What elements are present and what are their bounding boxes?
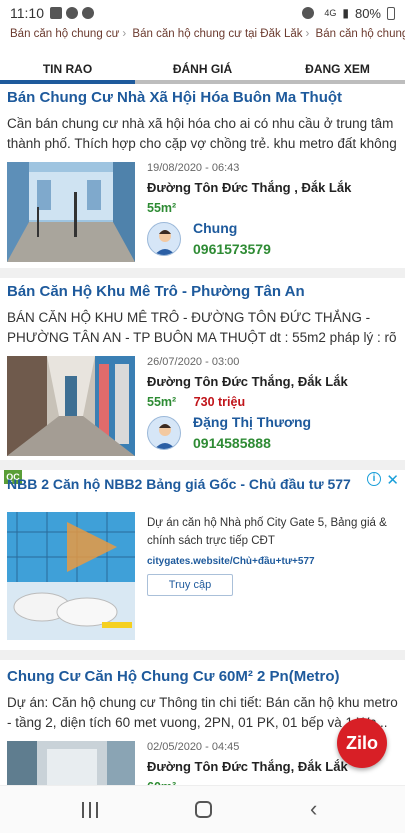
listing-title[interactable]: Bán Chung Cư Nhà Xã Hội Hóa Buôn Ma Thuộ… xyxy=(0,89,405,106)
listing-description: BÁN CĂN HỘ KHU MÊ TRÔ - ĐƯỜNG TÔN ĐỨC TH… xyxy=(7,310,397,345)
zilo-chat-button[interactable]: Zilo xyxy=(337,718,387,768)
back-icon[interactable]: ‹ xyxy=(310,796,317,822)
close-icon[interactable]: ✕ xyxy=(386,471,399,489)
contact-phone[interactable]: 0914585888 xyxy=(193,435,271,451)
home-icon[interactable] xyxy=(195,801,212,818)
listing-date: 26/07/2020 - 03:00 xyxy=(147,356,240,368)
battery-icon xyxy=(387,6,395,20)
contact-phone[interactable]: 0961573579 xyxy=(193,241,271,257)
listing-photo[interactable] xyxy=(7,741,135,787)
tab-tin-rao[interactable]: TIN RAO xyxy=(0,58,135,84)
status-bar: 11:10 4G ▮ 80% xyxy=(0,0,405,26)
listing-street: Đường Tôn Đức Thắng , Đắk Lắk xyxy=(147,180,352,195)
alarm-icon xyxy=(302,7,315,19)
signal-icon: ▮ xyxy=(342,6,349,20)
chevron-right-icon: › xyxy=(305,28,310,40)
status-time: 11:10 xyxy=(10,5,44,21)
network-label: 4G xyxy=(324,8,337,18)
ad-image[interactable] xyxy=(7,512,135,640)
info-icon[interactable]: i xyxy=(367,472,381,486)
listing-card[interactable]: Bán Chung Cư Nhà Xã Hội Hóa Buôn Ma Thuộ… xyxy=(0,89,405,262)
breadcrumb-item[interactable]: Bán căn hộ chung cư xyxy=(10,28,119,40)
contact-block[interactable]: Chung 0961573579 xyxy=(147,220,387,260)
listing-price: 730 triệu xyxy=(193,395,246,409)
divider xyxy=(0,460,405,470)
facebook-icon xyxy=(66,7,78,19)
listing-date: 19/08/2020 - 06:43 xyxy=(147,162,240,174)
listing-title[interactable]: Bán Căn Hộ Khu Mê Trô - Phường Tân An xyxy=(0,283,405,300)
listing-photo[interactable] xyxy=(7,356,135,456)
listing-street: Đường Tôn Đức Thắng, Đắk Lắk xyxy=(147,374,348,389)
system-nav-bar: ‹ xyxy=(0,785,405,833)
listing-photo[interactable] xyxy=(7,162,135,262)
contact-name[interactable]: Chung xyxy=(193,220,237,236)
ad-url[interactable]: citygates.website/Chủ+đầu+tư+577 xyxy=(147,556,315,567)
battery-label: 80% xyxy=(354,5,381,21)
tab-bar: TIN RAO ĐÁNH GIÁ ĐANG XEM xyxy=(0,58,405,84)
listing-description: Cần bán chung cư nhà xã hội hóa cho ai c… xyxy=(7,116,397,151)
ad-text: Dự án căn hộ Nhà phố City Gate 5, Bảng g… xyxy=(147,517,387,547)
breadcrumb: Bán căn hộ chung cư › Bán căn hộ chung cư… xyxy=(0,28,405,50)
messenger-icon xyxy=(82,7,94,19)
listing-card[interactable]: Bán Căn Hộ Khu Mê Trô - Phường Tân An BÁ… xyxy=(0,283,405,456)
visit-button[interactable]: Truy cập xyxy=(147,574,233,596)
divider xyxy=(0,650,405,660)
tab-dang-xem[interactable]: ĐANG XEM xyxy=(270,58,405,84)
recent-apps-icon[interactable] xyxy=(82,802,98,818)
divider xyxy=(0,268,405,278)
listing-area: 55m² xyxy=(147,201,177,215)
breadcrumb-item[interactable]: Bán căn hộ chung cư t xyxy=(316,28,405,40)
listing-area: 55m² xyxy=(147,395,177,409)
gallery-icon xyxy=(50,7,62,19)
contact-block[interactable]: Đặng Thị Thương 0914585888 xyxy=(147,414,387,454)
contact-name[interactable]: Đặng Thị Thương xyxy=(193,414,311,430)
ad-title[interactable]: NBB 2 Căn hộ NBB2 Bảng giá Gốc - Chủ đầu… xyxy=(7,476,351,492)
tab-danh-gia[interactable]: ĐÁNH GIÁ xyxy=(135,58,270,84)
ad-block[interactable]: QC NBB 2 Căn hộ NBB2 Bảng giá Gốc - Chủ … xyxy=(0,470,405,646)
avatar-icon xyxy=(147,222,181,256)
breadcrumb-item[interactable]: Bán căn hộ chung cư tại Đắk Lắk xyxy=(132,28,302,40)
listing-title[interactable]: Chung Cư Căn Hộ Chung Cư 60M² 2 Pn(Metro… xyxy=(0,668,405,685)
avatar-icon xyxy=(147,416,181,450)
chevron-right-icon: › xyxy=(122,28,127,40)
